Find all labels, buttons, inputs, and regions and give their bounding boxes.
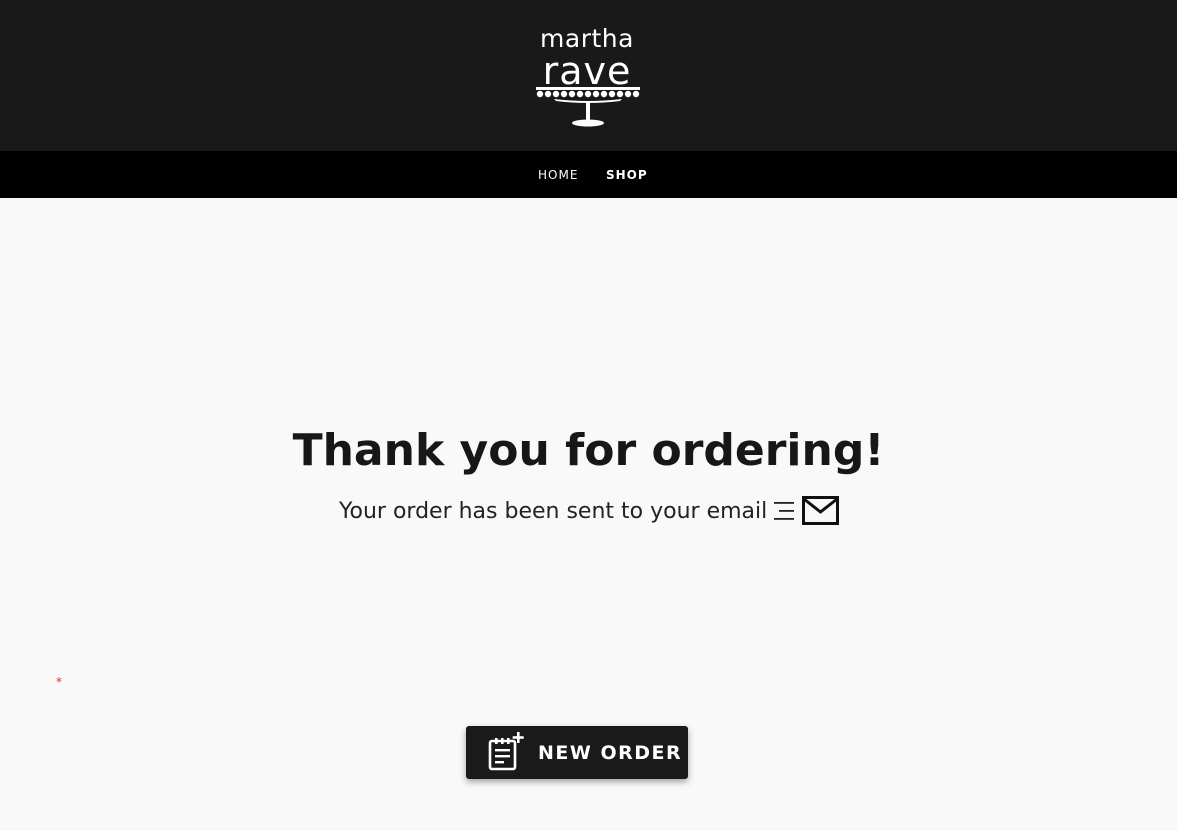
clipboard-plus-icon: [488, 732, 524, 771]
logo[interactable]: martha rave: [534, 22, 644, 130]
new-order-label: NEW ORDER: [538, 742, 683, 764]
new-order-button[interactable]: NEW ORDER: [466, 726, 688, 779]
cake-stand-icon: [536, 87, 640, 127]
confirmation-message: Your order has been sent to your email: [339, 499, 768, 524]
page-title: Thank you for ordering!: [292, 425, 885, 476]
mail-icon: [802, 496, 839, 525]
text-lines-icon: [774, 502, 794, 520]
required-marker: *: [56, 675, 62, 689]
nav-item-home[interactable]: HOME: [538, 167, 578, 183]
nav-item-shop[interactable]: SHOP: [606, 167, 648, 183]
site-header: martha rave: [0, 0, 1177, 151]
main-nav: HOME SHOP: [0, 151, 1177, 198]
